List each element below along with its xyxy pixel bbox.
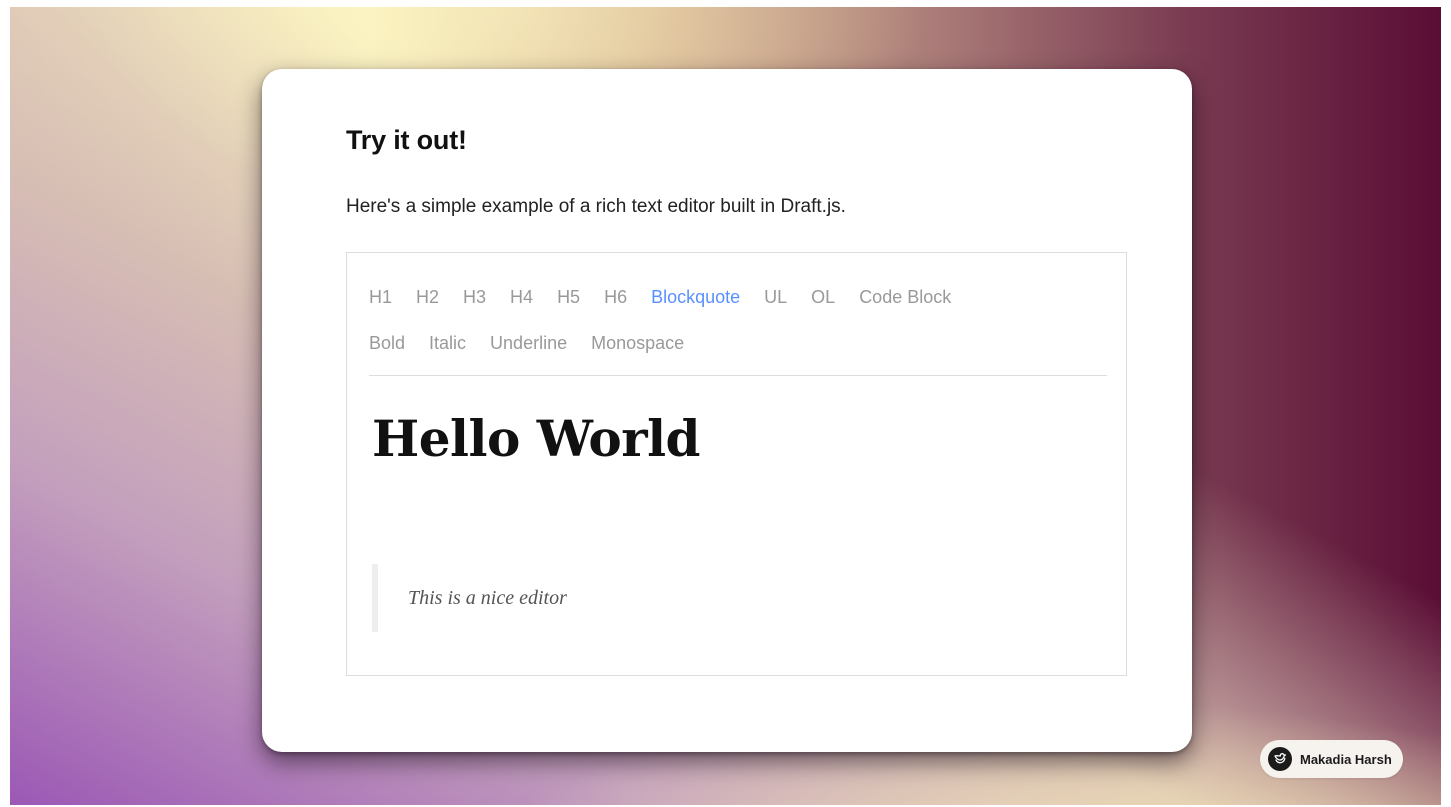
h5-button[interactable]: H5 — [557, 287, 580, 308]
italic-button[interactable]: Italic — [429, 333, 466, 354]
blockquote-button[interactable]: Blockquote — [651, 287, 740, 308]
author-badge[interactable]: Makadia Harsh — [1260, 740, 1403, 778]
monospace-button[interactable]: Monospace — [591, 333, 684, 354]
rich-text-editor: H1 H2 H3 H4 H5 H6 Blockquote UL OL Code … — [346, 252, 1127, 676]
h6-button[interactable]: H6 — [604, 287, 627, 308]
ol-button[interactable]: OL — [811, 287, 835, 308]
bold-button[interactable]: Bold — [369, 333, 405, 354]
underline-button[interactable]: Underline — [490, 333, 567, 354]
h4-button[interactable]: H4 — [510, 287, 533, 308]
toolbar-divider — [369, 375, 1107, 376]
demo-card: Try it out! Here's a simple example of a… — [262, 69, 1192, 752]
heading-block[interactable]: Hello World — [372, 403, 1102, 475]
h2-button[interactable]: H2 — [416, 287, 439, 308]
h3-button[interactable]: H3 — [463, 287, 486, 308]
block-style-controls: H1 H2 H3 H4 H5 H6 Blockquote UL OL Code … — [369, 280, 1107, 314]
h1-button[interactable]: H1 — [369, 287, 392, 308]
editor-toolbar: H1 H2 H3 H4 H5 H6 Blockquote UL OL Code … — [369, 280, 1107, 360]
blockquote-text[interactable]: This is a nice editor — [408, 587, 567, 610]
author-name: Makadia Harsh — [1300, 751, 1392, 767]
card-description: Here's a simple example of a rich text e… — [346, 196, 846, 217]
card-title: Try it out! — [346, 125, 467, 155]
blockquote-block[interactable]: This is a nice editor — [372, 564, 567, 632]
ul-button[interactable]: UL — [764, 287, 787, 308]
inline-style-controls: Bold Italic Underline Monospace — [369, 326, 1107, 360]
code-block-button[interactable]: Code Block — [859, 287, 951, 308]
bird-logo-icon — [1268, 747, 1292, 771]
editor-content[interactable]: Hello World This is a nice editor — [372, 403, 1102, 653]
